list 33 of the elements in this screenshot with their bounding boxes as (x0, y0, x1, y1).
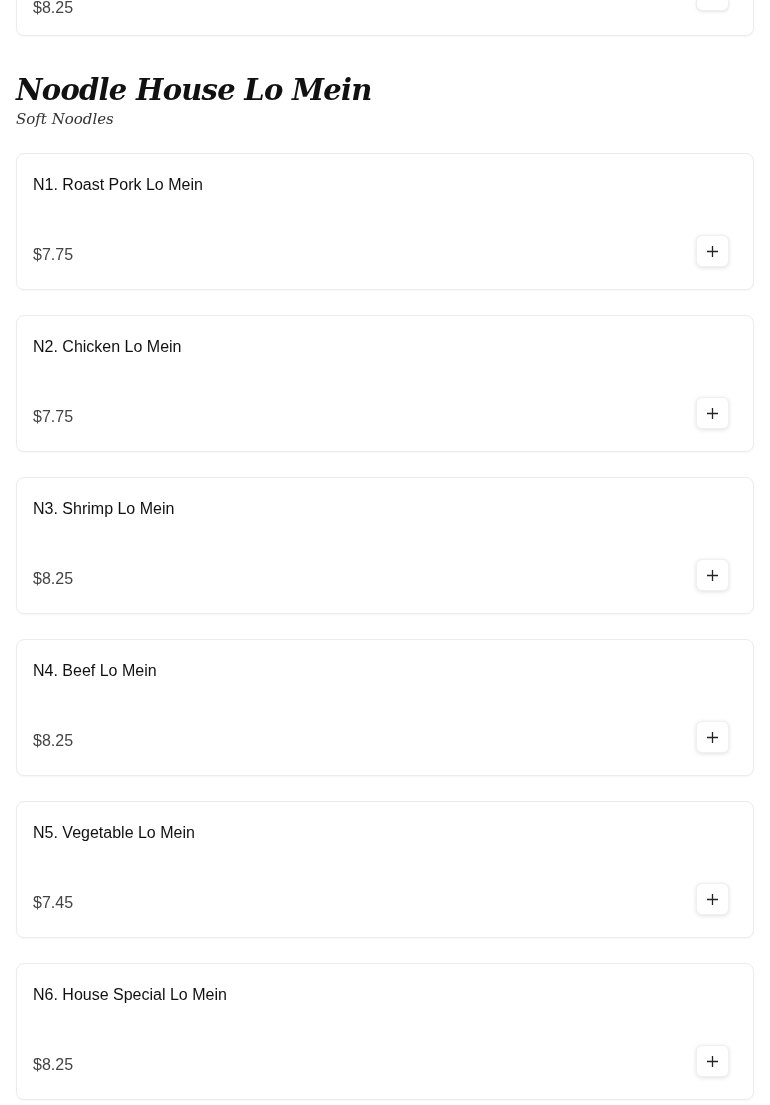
item-price: $8.25 (33, 0, 74, 16)
menu-item-card[interactable]: N6. House Special Lo Mein $8.25 (16, 963, 754, 1100)
item-price: $8.25 (33, 569, 74, 589)
item-name: N5. Vegetable Lo Mein (33, 824, 195, 841)
item-name: N3. Shrimp Lo Mein (33, 500, 175, 517)
plus-icon (707, 407, 718, 419)
item-price: $8.25 (33, 731, 74, 751)
add-button[interactable] (696, 397, 729, 429)
item-name: N4. Beef Lo Mein (33, 662, 157, 679)
plus-icon (707, 245, 718, 257)
menu-item-card[interactable]: N5. Vegetable Lo Mein $7.45 (16, 801, 754, 938)
add-button[interactable] (696, 1045, 729, 1077)
section-subtitle: Soft Noodles (16, 109, 115, 129)
item-price: $8.25 (33, 1055, 74, 1075)
add-button[interactable] (696, 721, 729, 753)
item-price: $7.75 (33, 407, 74, 427)
item-name: N2. Chicken Lo Mein (33, 338, 182, 355)
menu-item-card[interactable]: N4. Beef Lo Mein $8.25 (16, 639, 754, 776)
plus-icon (707, 731, 718, 743)
add-button[interactable] (696, 559, 729, 591)
plus-icon (707, 1055, 718, 1067)
menu-item-card[interactable]: N2. Chicken Lo Mein $7.75 (16, 315, 754, 452)
section-title: Noodle House Lo Mein (16, 72, 373, 108)
item-name: N1. Roast Pork Lo Mein (33, 176, 203, 193)
plus-icon (707, 893, 718, 905)
menu-item-card[interactable]: N3. Shrimp Lo Mein $8.25 (16, 477, 754, 614)
add-button[interactable] (696, 235, 729, 267)
item-name: N6. House Special Lo Mein (33, 986, 227, 1003)
add-button[interactable] (696, 883, 729, 915)
menu-item-card[interactable]: N1. Roast Pork Lo Mein $7.75 (16, 153, 754, 290)
plus-icon (707, 569, 718, 581)
item-price: $7.45 (33, 893, 74, 913)
item-price: $7.75 (33, 245, 74, 265)
